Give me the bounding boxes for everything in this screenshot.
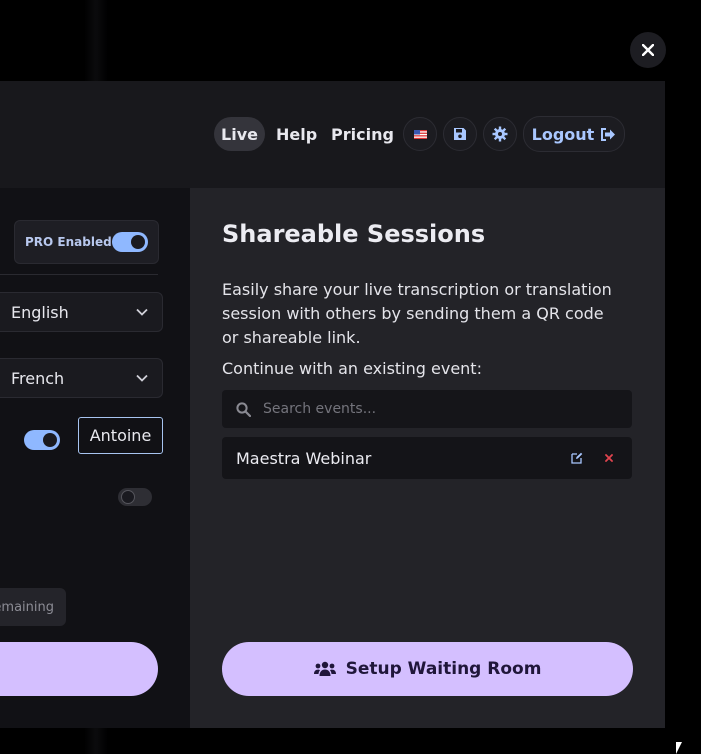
nav-live-tab[interactable]: Live: [214, 117, 265, 151]
section-description: Easily share your live transcription or …: [222, 280, 612, 347]
start-session-button[interactable]: [0, 642, 158, 696]
settings-panel: PRO Enabled English French Antoine emain…: [0, 188, 190, 728]
mouse-cursor: [676, 742, 682, 754]
event-name: Maestra Webinar: [236, 448, 372, 468]
target-language-select[interactable]: French: [0, 358, 163, 398]
logout-label: Logout: [531, 124, 595, 144]
event-list-item[interactable]: Maestra Webinar: [222, 437, 632, 479]
remaining-badge: emaining: [0, 588, 66, 626]
save-button[interactable]: [443, 117, 477, 151]
language-flag-button[interactable]: [403, 117, 437, 151]
toggle-knob: [121, 490, 135, 504]
target-language-value: French: [11, 368, 65, 388]
toggle-knob: [43, 433, 57, 447]
pro-enabled-label: PRO Enabled: [25, 235, 112, 249]
shareable-sessions-panel: Shareable Sessions Easily share your liv…: [190, 188, 665, 728]
pro-toggle-box: PRO Enabled: [14, 220, 159, 264]
search-icon: [236, 401, 251, 417]
users-icon: [313, 661, 336, 676]
divider: [0, 274, 158, 275]
logout-button[interactable]: Logout: [523, 116, 625, 152]
edit-icon: [571, 452, 583, 464]
speaker-name-toggle[interactable]: [24, 430, 60, 450]
close-icon: [642, 44, 654, 56]
save-icon: [454, 128, 466, 140]
nav-pricing-link[interactable]: Pricing: [331, 117, 394, 151]
logout-arrow-icon: [601, 127, 616, 141]
secondary-toggle[interactable]: [118, 488, 152, 506]
modal-header: Live Help Pricing Logout: [0, 81, 665, 188]
search-events-input[interactable]: [261, 400, 605, 418]
nav-help-link[interactable]: Help: [276, 117, 317, 151]
session-modal: Live Help Pricing Logout PRO Enabled Eng…: [0, 81, 665, 728]
gear-icon: [492, 126, 508, 142]
section-title: Shareable Sessions: [222, 220, 486, 248]
source-language-value: English: [11, 302, 69, 322]
speaker-name-field[interactable]: Antoine: [78, 417, 163, 454]
setup-waiting-room-label: Setup Waiting Room: [345, 659, 542, 679]
edit-event-button[interactable]: [564, 445, 590, 471]
pro-enabled-toggle[interactable]: [112, 232, 148, 252]
source-language-select[interactable]: English: [0, 292, 163, 332]
us-flag-icon: [413, 129, 427, 139]
search-events-box: [222, 390, 632, 428]
chevron-down-icon: [136, 374, 148, 382]
close-icon: [605, 454, 613, 462]
continue-label: Continue with an existing event:: [222, 359, 482, 378]
toggle-knob: [131, 235, 145, 249]
delete-event-button[interactable]: [596, 445, 622, 471]
chevron-down-icon: [136, 308, 148, 316]
settings-button[interactable]: [483, 117, 517, 151]
setup-waiting-room-button[interactable]: Setup Waiting Room: [222, 642, 633, 696]
close-modal-button[interactable]: [630, 32, 666, 68]
